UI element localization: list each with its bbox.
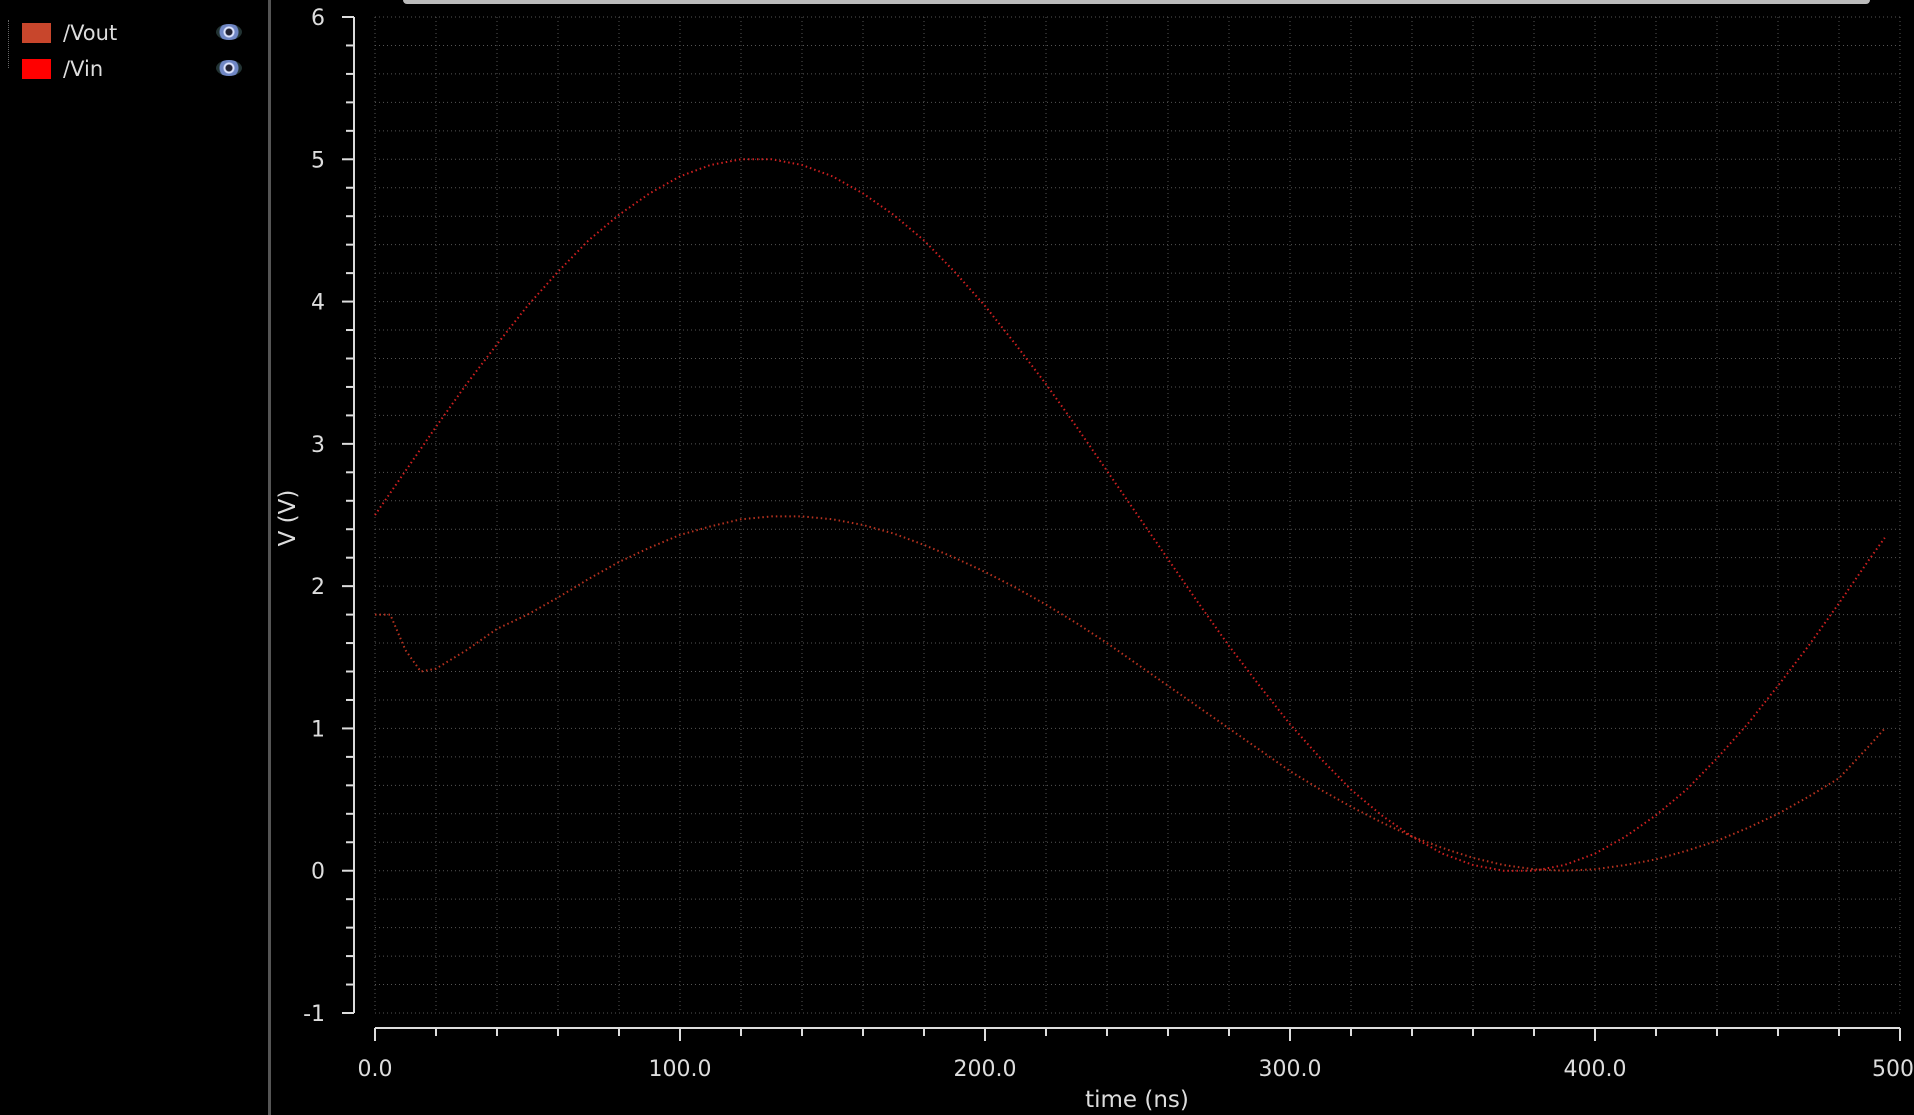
y-tick-label: 3 (311, 433, 325, 458)
x-tick-label: 200.0 (954, 1057, 1017, 1082)
y-tick-label: -1 (303, 1002, 325, 1027)
waveform-chart: 6 5 4 3 2 1 0 -1 0.0 100.0 200.0 300.0 400.0 500 time… (275, 6, 1914, 1113)
x-tick-label: 100.0 (649, 1057, 712, 1082)
x-tick-label: 0.0 (358, 1057, 393, 1082)
y-tick-label: 0 (311, 860, 325, 885)
y-tick-label: 4 (311, 291, 325, 316)
x-tick-label: 500 (1872, 1057, 1914, 1082)
y-tick-label: 6 (311, 6, 325, 31)
series-line-vout (375, 515, 1886, 872)
x-tick-label: 400.0 (1564, 1057, 1627, 1082)
y-tick-label: 5 (311, 148, 325, 173)
y-tick-label: 1 (311, 717, 325, 742)
x-axis-label: time (ns) (1085, 1087, 1189, 1113)
y-tick-label: 2 (311, 575, 325, 600)
series-line-vin (374, 158, 1886, 872)
y-axis-label: V (V) (275, 490, 301, 547)
x-tick-label: 300.0 (1259, 1057, 1322, 1082)
